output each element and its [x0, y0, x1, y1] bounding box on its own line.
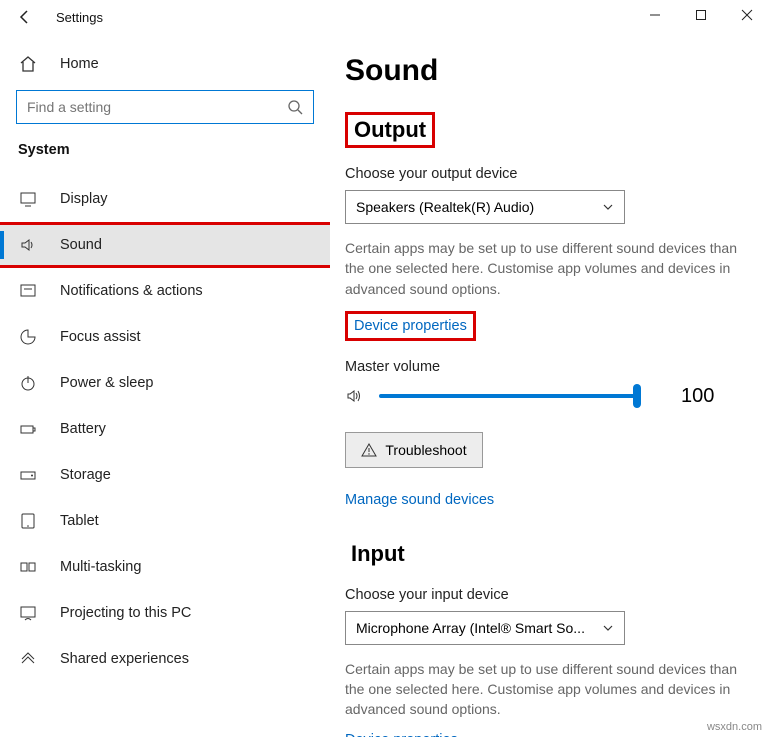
shared-icon — [18, 649, 38, 669]
sidebar: Home System Display Sound Notifications … — [0, 34, 330, 737]
sidebar-item-power[interactable]: Power & sleep — [0, 360, 330, 406]
nav-label: Notifications & actions — [60, 283, 203, 299]
input-device-value: Microphone Array (Intel® Smart So... — [356, 620, 585, 636]
window-title: Settings — [56, 10, 103, 25]
input-choose-label: Choose your input device — [345, 587, 745, 603]
tablet-icon — [18, 511, 38, 531]
sidebar-item-shared[interactable]: Shared experiences — [0, 636, 330, 682]
warning-icon — [361, 442, 377, 458]
close-button[interactable] — [724, 0, 770, 30]
output-hint: Certain apps may be set up to use differ… — [345, 238, 745, 299]
sidebar-item-storage[interactable]: Storage — [0, 452, 330, 498]
input-heading: Input — [345, 539, 411, 569]
nav-label: Multi-tasking — [60, 559, 141, 575]
chevron-down-icon — [602, 201, 614, 213]
nav-label: Shared experiences — [60, 651, 189, 667]
section-label: System — [0, 142, 330, 158]
volume-icon — [345, 387, 365, 405]
multitasking-icon — [18, 557, 38, 577]
volume-row: 100 — [345, 385, 745, 408]
master-volume-label: Master volume — [345, 359, 745, 375]
projecting-icon — [18, 603, 38, 623]
slider-thumb[interactable] — [633, 384, 641, 408]
battery-icon — [18, 419, 38, 439]
volume-value: 100 — [681, 385, 714, 408]
sidebar-item-display[interactable]: Display — [0, 176, 330, 222]
output-device-properties-link[interactable]: Device properties — [345, 311, 476, 341]
volume-slider[interactable] — [379, 394, 637, 398]
nav-label: Display — [60, 191, 108, 207]
home-label: Home — [60, 56, 99, 72]
search-input[interactable] — [27, 99, 287, 115]
output-device-value: Speakers (Realtek(R) Audio) — [356, 199, 534, 215]
sound-icon — [18, 235, 38, 255]
input-hint: Certain apps may be set up to use differ… — [345, 659, 745, 720]
sidebar-item-notifications[interactable]: Notifications & actions — [0, 268, 330, 314]
sidebar-item-battery[interactable]: Battery — [0, 406, 330, 452]
chevron-down-icon — [602, 622, 614, 634]
back-button[interactable] — [14, 6, 36, 28]
sidebar-item-multitasking[interactable]: Multi-tasking — [0, 544, 330, 590]
notifications-icon — [18, 281, 38, 301]
focus-icon — [18, 327, 38, 347]
output-choose-label: Choose your output device — [345, 166, 745, 182]
window-controls — [632, 0, 770, 30]
maximize-button[interactable] — [678, 0, 724, 30]
troubleshoot-button[interactable]: Troubleshoot — [345, 432, 483, 468]
nav-label: Power & sleep — [60, 375, 154, 391]
troubleshoot-label: Troubleshoot — [385, 442, 466, 458]
manage-sound-link[interactable]: Manage sound devices — [345, 492, 494, 508]
home-nav[interactable]: Home — [0, 44, 330, 84]
watermark: wsxdn.com — [707, 721, 762, 733]
sidebar-item-sound[interactable]: Sound — [0, 222, 330, 268]
sidebar-item-projecting[interactable]: Projecting to this PC — [0, 590, 330, 636]
nav-label: Focus assist — [60, 329, 141, 345]
page-title: Sound — [345, 54, 745, 88]
input-device-properties-link[interactable]: Device properties — [345, 732, 458, 737]
home-icon — [18, 54, 38, 74]
input-device-dropdown[interactable]: Microphone Array (Intel® Smart So... — [345, 611, 625, 645]
display-icon — [18, 189, 38, 209]
nav-label: Sound — [60, 237, 102, 253]
storage-icon — [18, 465, 38, 485]
sidebar-item-focus[interactable]: Focus assist — [0, 314, 330, 360]
search-box[interactable] — [16, 90, 314, 124]
search-icon — [287, 99, 303, 115]
sidebar-item-tablet[interactable]: Tablet — [0, 498, 330, 544]
power-icon — [18, 373, 38, 393]
output-device-dropdown[interactable]: Speakers (Realtek(R) Audio) — [345, 190, 625, 224]
minimize-button[interactable] — [632, 0, 678, 30]
nav-label: Projecting to this PC — [60, 605, 191, 621]
output-heading: Output — [345, 112, 435, 148]
nav-label: Battery — [60, 421, 106, 437]
nav-label: Tablet — [60, 513, 99, 529]
nav-label: Storage — [60, 467, 111, 483]
main-panel: Sound Output Choose your output device S… — [330, 34, 770, 737]
